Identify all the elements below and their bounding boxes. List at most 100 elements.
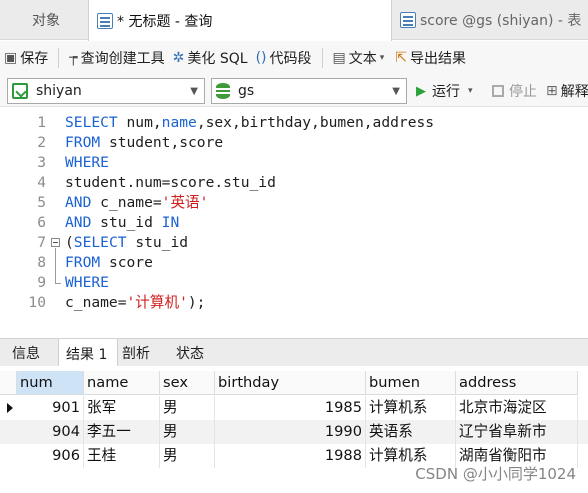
tab-result-1-label: 结果 1	[66, 346, 108, 363]
cell-birthday[interactable]: 1990	[215, 420, 366, 444]
cell-num[interactable]: 904	[17, 420, 84, 444]
line-number: 3	[37, 154, 46, 171]
tab-objects[interactable]: 对象	[0, 0, 88, 40]
cell-sex[interactable]: 男	[160, 420, 215, 444]
tab-status[interactable]: 状态	[170, 339, 226, 366]
table-row[interactable]: 904 李五一男 1990 英语系 辽宁省阜新市	[0, 420, 588, 444]
column-header-num[interactable]: num	[17, 371, 84, 395]
watermark: CSDN @小小同学1024	[415, 465, 576, 483]
connection-bar: shiyan ▼ gs ▼ ▶ 运行 ▾ 停止 ⊞ 解释	[0, 75, 588, 107]
table-icon	[400, 12, 416, 28]
line-number: 9	[37, 274, 46, 291]
sql-identifier: c_name=	[100, 194, 162, 211]
sql-keyword: IN	[161, 214, 180, 231]
result-tab-bar: 信息 结果 1 剖析 状态	[0, 338, 588, 366]
save-icon: ▣	[4, 50, 18, 66]
tab-info[interactable]: 信息	[4, 339, 54, 366]
cell-birthday[interactable]: 1988	[215, 444, 366, 468]
chevron-down-icon: ▾	[379, 53, 385, 63]
column-header-address[interactable]: address	[456, 371, 578, 395]
save-button[interactable]: ▣ 保存	[0, 44, 52, 72]
code-text: c_name='计算机');	[65, 293, 205, 313]
hammer-icon: ┮	[69, 50, 78, 66]
explain-button[interactable]: ⊞ 解释	[546, 78, 588, 104]
explain-label: 解释	[560, 84, 588, 100]
save-label: 保存	[20, 51, 49, 67]
column-header-birthday[interactable]: birthday	[215, 371, 366, 395]
code-line: 7 (SELECT stu_id	[0, 233, 588, 253]
code-text: (SELECT stu_id	[65, 233, 188, 253]
code-line: 9 WHERE	[0, 273, 588, 293]
sql-keyword: SELECT	[73, 234, 136, 251]
line-number: 10	[28, 294, 46, 311]
query-toolbar: ▣ 保存 ┮ 查询创建工具 ✲ 美化 SQL () 代码段 ▤ 文本 ▾ ⇱ 导…	[0, 41, 588, 75]
tab-result-1[interactable]: 结果 1	[58, 339, 118, 366]
cell-address[interactable]: 辽宁省阜新市	[456, 420, 578, 444]
column-header-bumen[interactable]: bumen	[366, 371, 456, 395]
code-snippet-button[interactable]: () 代码段	[252, 44, 316, 72]
cell-name[interactable]: 李五一	[84, 420, 160, 444]
tab-info-label: 信息	[12, 346, 40, 362]
connection-value: shiyan	[36, 83, 82, 99]
stop-label: 停止	[509, 84, 537, 100]
sql-keyword: name	[161, 114, 197, 131]
line-number: 8	[37, 254, 46, 271]
query-builder-button[interactable]: ┮ 查询创建工具	[65, 44, 168, 72]
cell-sex[interactable]: 男	[160, 444, 215, 468]
cell-name[interactable]: 张军	[84, 396, 160, 420]
beautify-sql-button[interactable]: ✲ 美化 SQL	[169, 44, 252, 72]
sql-keyword: FROM	[65, 254, 109, 271]
toolbar-divider	[321, 48, 323, 68]
sql-identifier: num,	[126, 114, 162, 131]
connection-select[interactable]: shiyan ▼	[7, 78, 205, 104]
sql-keyword: WHERE	[65, 154, 109, 171]
text-button[interactable]: ▤ 文本 ▾	[329, 44, 392, 72]
sql-keyword: WHERE	[65, 274, 109, 291]
stop-icon	[492, 85, 504, 97]
sql-editor[interactable]: 1 SELECT num,name,sex,birthday,bumen,addr…	[0, 108, 588, 336]
chevron-down-icon[interactable]: ▾	[468, 86, 473, 96]
column-header-name[interactable]: name	[84, 371, 160, 395]
sql-identifier: stu_id	[100, 214, 162, 231]
database-select[interactable]: gs ▼	[211, 78, 407, 104]
tab-score-table[interactable]: score @gs (shiyan) - 表	[392, 0, 588, 40]
text-label: 文本	[348, 51, 377, 67]
tab-profile[interactable]: 剖析	[120, 339, 170, 366]
cell-num[interactable]: 901	[17, 396, 84, 420]
sql-string: '英语'	[161, 194, 209, 211]
code-line: 10 c_name='计算机');	[0, 293, 588, 313]
code-line: 1 SELECT num,name,sex,birthday,bumen,addr…	[0, 113, 588, 133]
run-button[interactable]: ▶ 运行 ▾	[416, 78, 473, 104]
cell-num[interactable]: 906	[17, 444, 84, 468]
query-icon	[97, 12, 113, 29]
code-text: WHERE	[65, 153, 109, 173]
grid-header: num name sex birthday bumen address	[0, 371, 588, 395]
cell-birthday[interactable]: 1985	[215, 396, 366, 420]
table-row[interactable]: 901 张军男 1985 计算机系 北京市海淀区	[0, 396, 588, 420]
export-result-button[interactable]: ⇱ 导出结果	[391, 44, 470, 72]
cell-bumen[interactable]: 计算机系	[366, 396, 456, 420]
column-header-sex[interactable]: sex	[160, 371, 215, 395]
cell-name[interactable]: 王桂	[84, 444, 160, 468]
line-number: 5	[37, 194, 46, 211]
tab-profile-label: 剖析	[122, 346, 150, 362]
tab-untitled-query-label: * 无标题 - 查询	[117, 13, 213, 30]
connection-icon	[12, 83, 28, 99]
sql-keyword: SELECT	[65, 114, 127, 131]
stop-button[interactable]: 停止	[492, 78, 537, 104]
line-number: 1	[37, 114, 46, 131]
tab-untitled-query[interactable]: * 无标题 - 查询	[88, 0, 392, 41]
play-icon: ▶	[416, 83, 426, 99]
sql-identifier: stu_id	[135, 234, 189, 251]
cell-bumen[interactable]: 英语系	[366, 420, 456, 444]
braces-icon: ()	[255, 50, 267, 66]
database-value: gs	[238, 83, 255, 99]
sql-identifier: ,sex,birthday,bumen,address	[196, 114, 435, 131]
toolbar-divider	[58, 48, 60, 68]
code-text: AND stu_id IN	[65, 213, 179, 233]
code-snippet-label: 代码段	[269, 51, 312, 67]
code-line: 3 WHERE	[0, 153, 588, 173]
cell-sex[interactable]: 男	[160, 396, 215, 420]
magic-wand-icon: ✲	[172, 50, 185, 66]
cell-address[interactable]: 北京市海淀区	[456, 396, 578, 420]
